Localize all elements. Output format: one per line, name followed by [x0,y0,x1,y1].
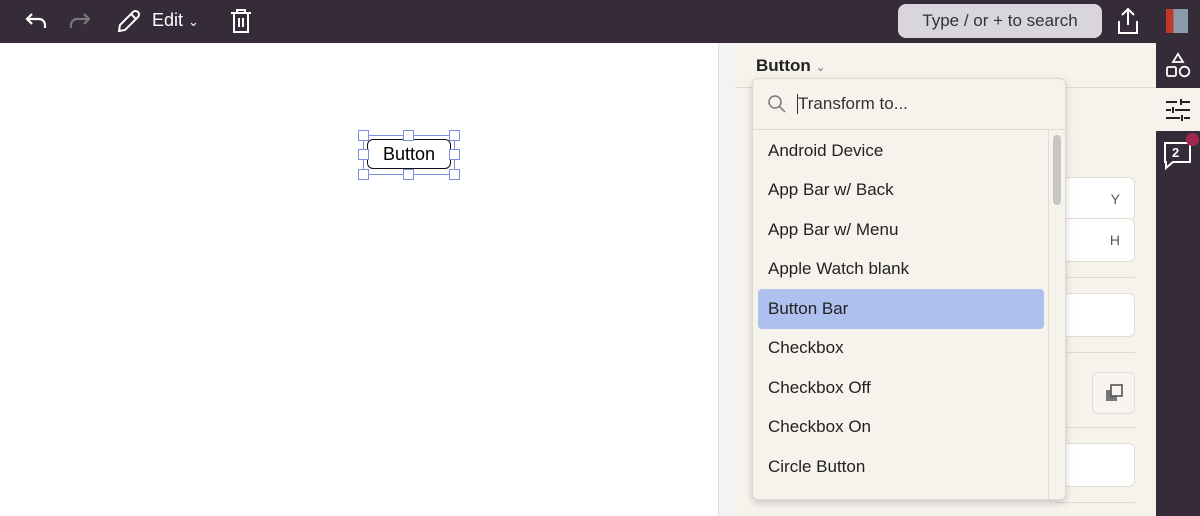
transform-option[interactable]: Apple Watch blank [758,250,1044,290]
transform-option[interactable]: App Bar w/ Back [758,171,1044,211]
edit-label: Edit [152,10,184,30]
divider [1055,352,1135,353]
chevron-down-icon: ⌄ [188,14,199,29]
element-type-selector[interactable]: Button ⌄ [756,56,826,76]
shapes-icon[interactable] [1164,51,1192,81]
transform-dropdown: Transform to... Android Device App Bar w… [752,78,1066,500]
property-field[interactable] [1055,293,1135,337]
transform-option[interactable]: App Bar w/ Menu [758,210,1044,250]
comments-button[interactable]: 2 [1161,133,1199,173]
transform-search-placeholder: Transform to... [798,94,908,113]
undo-icon[interactable] [22,9,50,33]
resize-handle[interactable] [449,149,460,160]
transform-option-highlighted[interactable]: Button Bar [758,289,1044,329]
trash-icon[interactable] [228,7,254,35]
search-input[interactable]: Type / or + to search [898,4,1102,38]
duplicate-icon [1105,384,1123,401]
pencil-icon[interactable] [113,7,143,37]
divider [1055,277,1135,278]
canvas-button-element[interactable]: Button [367,139,451,169]
transform-option[interactable]: Checkbox On [758,408,1044,448]
scrollbar-thumb[interactable] [1053,135,1061,205]
redo-icon[interactable] [66,9,94,33]
resize-handle[interactable] [358,130,369,141]
transform-option[interactable]: Checkbox Off [758,368,1044,408]
resize-handle[interactable] [403,169,414,180]
transform-option[interactable]: Checkbox [758,329,1044,369]
resize-handle[interactable] [358,149,369,160]
notification-badge [1186,133,1199,146]
edit-menu[interactable]: Edit ⌄ [152,10,199,31]
user-avatar[interactable] [1166,9,1188,33]
sliders-icon [1164,96,1192,124]
property-field[interactable] [1055,443,1135,487]
scrollbar[interactable] [1048,131,1065,499]
transform-list: Android Device App Bar w/ Back App Bar w… [753,131,1049,487]
properties-tab[interactable] [1156,88,1200,131]
right-rail: 2 [1156,43,1200,516]
y-field[interactable]: Y [1055,177,1135,221]
panel-divider[interactable] [718,43,735,516]
search-icon [768,95,786,113]
share-icon[interactable] [1114,6,1142,36]
element-type-label: Button [756,56,811,75]
top-toolbar: Edit ⌄ Type / or + to search [0,0,1200,43]
resize-handle[interactable] [449,130,460,141]
resize-handle[interactable] [449,169,460,180]
comments-count: 2 [1172,145,1180,160]
transform-option[interactable]: Android Device [758,131,1044,171]
resize-handle[interactable] [403,130,414,141]
transform-option[interactable]: Circle Button [758,447,1044,487]
chevron-down-icon: ⌄ [815,60,826,74]
duplicate-button[interactable] [1092,372,1135,414]
resize-handle[interactable] [358,169,369,180]
h-field[interactable]: H [1055,218,1135,262]
transform-search[interactable]: Transform to... [753,79,1065,130]
divider [1055,427,1135,428]
design-canvas[interactable] [0,43,718,516]
divider [1055,502,1135,503]
